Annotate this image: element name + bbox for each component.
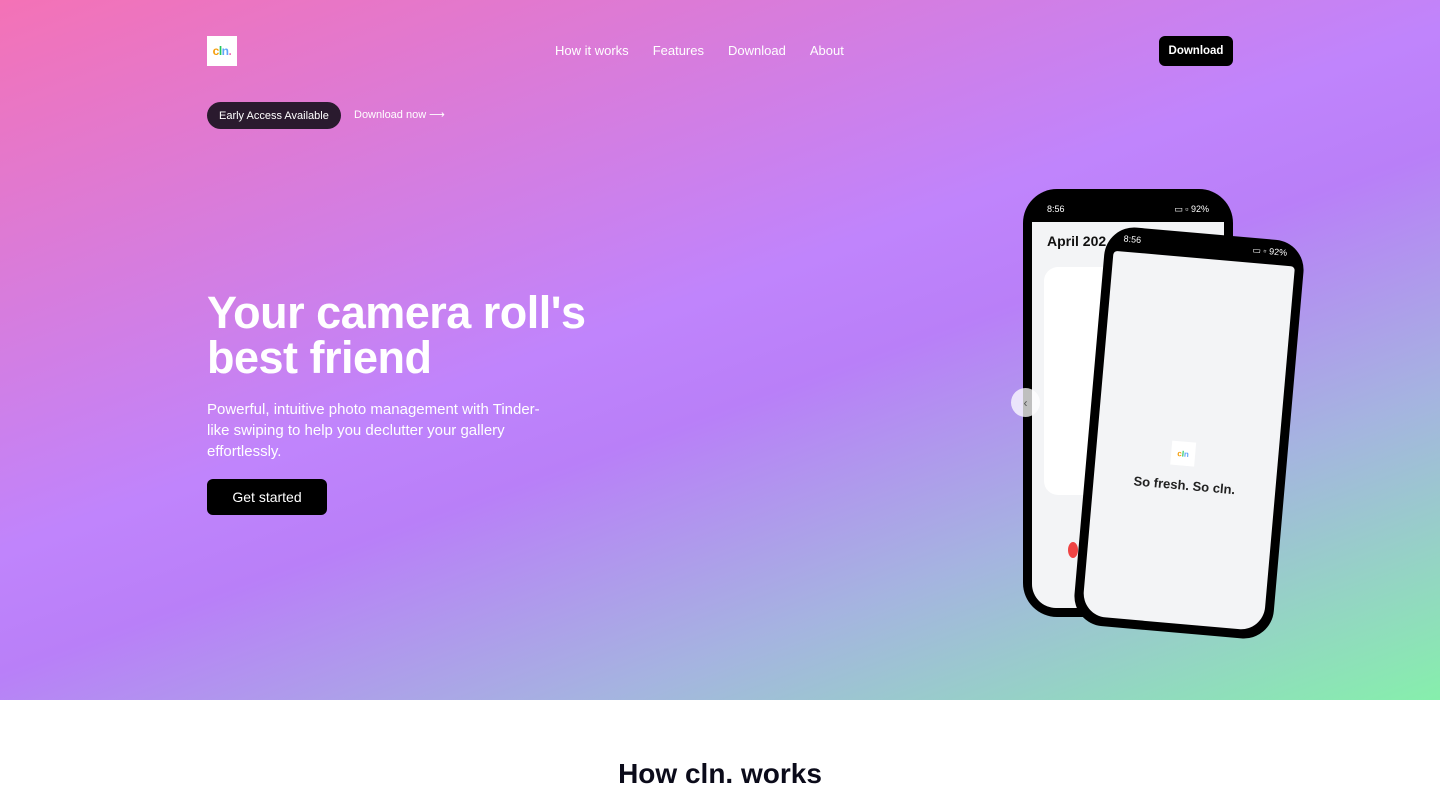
hero-subtext: Powerful, intuitive photo management wit… bbox=[207, 401, 540, 460]
chevron-left-icon: ‹ bbox=[1023, 395, 1028, 410]
logo-letter: . bbox=[228, 44, 232, 58]
logo-letter: n bbox=[221, 44, 229, 58]
phone-mockup-front: 8:56 ▭ ▫ 92% cln So fresh. So cln. bbox=[1071, 225, 1307, 641]
hero-headline: Your camera roll's best friend bbox=[207, 290, 667, 380]
phone-front-screen: cln So fresh. So cln. bbox=[1081, 250, 1295, 632]
status-bar: 8:56 ▭ ▫ 92% bbox=[1047, 204, 1209, 215]
battery-level: 92% bbox=[1268, 246, 1288, 258]
get-started-button[interactable]: Get started bbox=[207, 479, 327, 515]
brand-logo[interactable]: cln. bbox=[207, 36, 237, 66]
battery-icon: ▭ ▫ bbox=[1174, 204, 1191, 214]
download-now-link[interactable]: Download now ⟶ bbox=[354, 108, 445, 122]
splash-tagline: So fresh. So cln. bbox=[1133, 473, 1236, 498]
gallery-month-title: April 202 bbox=[1047, 233, 1107, 249]
hero-section: cln. How it works Features Download Abou… bbox=[0, 0, 1440, 700]
carousel-prev-button[interactable]: ‹ bbox=[1011, 388, 1040, 417]
status-time: 8:56 bbox=[1047, 204, 1065, 214]
dismiss-button bbox=[1068, 542, 1078, 558]
main-nav: How it works Features Download About bbox=[555, 43, 844, 58]
early-access-badge: Early Access Available bbox=[207, 102, 341, 129]
how-it-works-heading: How cln. works bbox=[618, 758, 822, 789]
nav-about[interactable]: About bbox=[810, 43, 844, 58]
nav-how-it-works[interactable]: How it works bbox=[555, 43, 629, 58]
battery-icon: ▭ ▫ bbox=[1252, 244, 1270, 257]
logo-letter: n bbox=[1183, 449, 1190, 459]
status-time: 8:56 bbox=[1123, 233, 1142, 246]
arrow-right-icon: ⟶ bbox=[429, 109, 445, 121]
status-battery: ▭ ▫ 92% bbox=[1252, 244, 1288, 259]
headline-line-2: best friend bbox=[207, 332, 432, 383]
nav-download[interactable]: Download bbox=[728, 43, 786, 58]
nav-features[interactable]: Features bbox=[653, 43, 704, 58]
header-download-button[interactable]: Download bbox=[1159, 36, 1233, 66]
download-now-label: Download now bbox=[354, 108, 427, 121]
status-battery: ▭ ▫ 92% bbox=[1174, 204, 1209, 215]
headline-line-1: Your camera roll's bbox=[207, 287, 586, 338]
battery-level: 92% bbox=[1190, 204, 1209, 214]
app-logo: cln bbox=[1170, 440, 1197, 467]
